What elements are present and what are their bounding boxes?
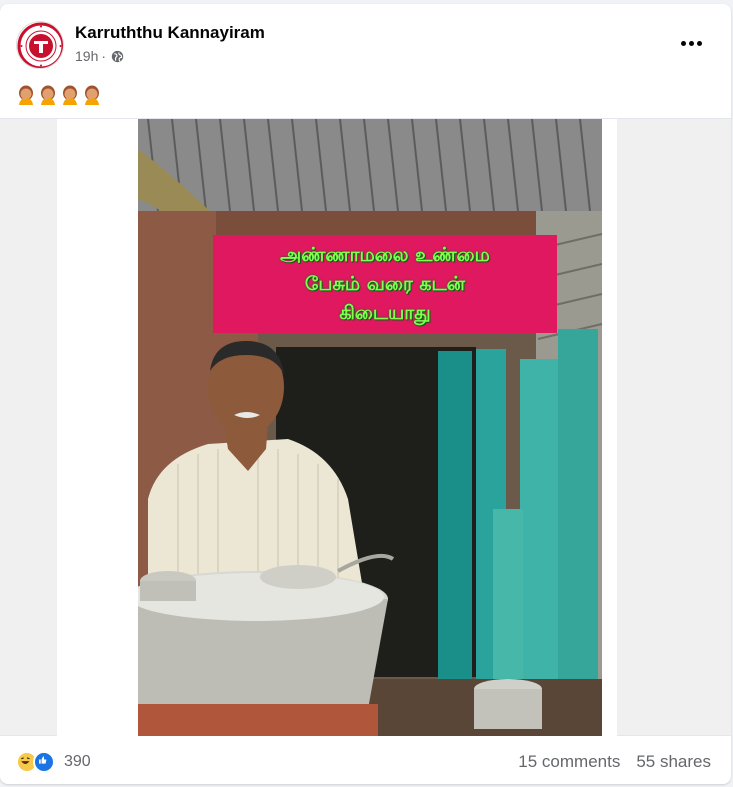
post-time[interactable]: 19h <box>75 48 98 64</box>
post-stats: 15 comments 55 shares <box>518 752 711 772</box>
reaction-count: 390 <box>64 752 91 770</box>
post-meta: 19h · <box>75 48 124 64</box>
shares-count-link[interactable]: 55 shares <box>636 752 711 772</box>
page-logo-icon <box>17 22 63 68</box>
post-card: Karruththu Kannayiram 19h · அண்ணாமலை உண்… <box>0 4 731 784</box>
post-text <box>16 84 102 108</box>
sign-line: அண்ணாமலை உண்மை <box>280 243 490 266</box>
meta-separator: · <box>101 48 107 64</box>
more-options-button[interactable] <box>673 28 709 58</box>
sign-line: பேசும் வரை கடன் <box>304 272 466 295</box>
post-photo[interactable] <box>138 119 602 736</box>
person-facepalming-emoji <box>41 85 55 105</box>
more-dot <box>688 40 694 46</box>
comments-count-link[interactable]: 15 comments <box>518 752 620 772</box>
page-name-link[interactable]: Karruththu Kannayiram <box>75 23 265 43</box>
like-icon <box>33 750 55 773</box>
sign-line: கிடையாது <box>339 301 431 324</box>
photo-frame <box>57 119 617 737</box>
more-dot <box>696 40 702 46</box>
page-avatar[interactable] <box>16 21 64 69</box>
post-header: Karruththu Kannayiram 19h · <box>0 4 731 80</box>
reactions-summary[interactable]: 390 <box>16 750 91 773</box>
post-media[interactable]: அண்ணாமலை உண்மை பேசும் வரை கடன் கிடையாது <box>0 118 731 737</box>
person-facepalming-emoji <box>19 85 33 105</box>
photo-sign: அண்ணாமலை உண்மை பேசும் வரை கடன் கிடையாது <box>213 235 557 333</box>
post-footer: 390 15 comments 55 shares <box>0 739 731 784</box>
globe-icon[interactable] <box>111 50 124 63</box>
person-facepalming-emoji <box>85 85 99 105</box>
reaction-icons <box>16 750 58 773</box>
more-dot <box>680 40 686 46</box>
person-facepalming-emoji <box>63 85 77 105</box>
